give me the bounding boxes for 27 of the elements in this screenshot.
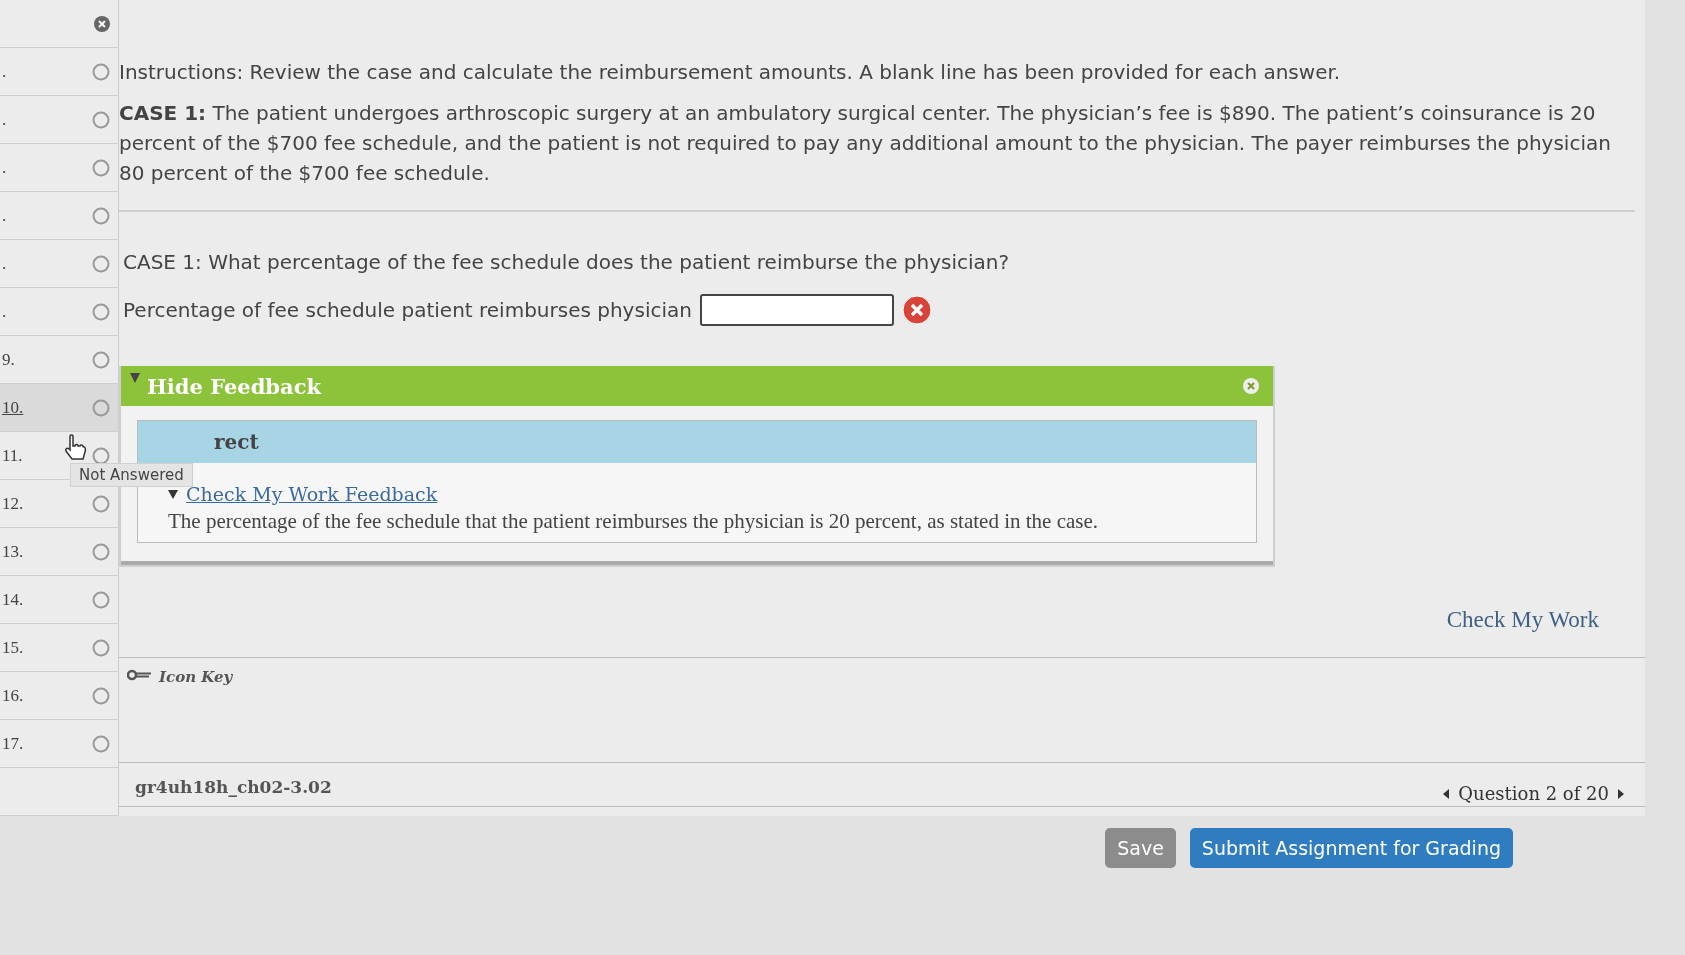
question-text: CASE 1: What percentage of the fee schedule does the patient reimburse the physician?	[123, 250, 1011, 274]
question-number[interactable]: 14.	[2, 589, 24, 610]
question-number[interactable]: 15.	[2, 637, 24, 658]
question-number[interactable]: 16.	[2, 685, 24, 706]
question-number[interactable]: 13.	[2, 541, 24, 562]
question-number[interactable]: .	[2, 61, 7, 82]
question-id: gr4uh18h_ch02-3.02	[135, 776, 332, 797]
question-number[interactable]: .	[2, 205, 7, 226]
question-number[interactable]: 17.	[2, 733, 24, 754]
icon-key-link[interactable]: Icon Key	[159, 668, 233, 686]
instructions-text: Instructions: Review the case and calculate the reimbursement amounts. A blank line has been provided for each answer.	[119, 60, 1342, 84]
question-number[interactable]: .	[2, 109, 7, 130]
answer-label: Percentage of fee schedule patient reimburses physician	[123, 298, 692, 322]
question-number[interactable]: 11.	[2, 445, 23, 466]
question-number[interactable]: .	[2, 157, 7, 178]
question-number[interactable]: 10.	[2, 397, 24, 418]
question-number[interactable]: 9.	[2, 349, 15, 370]
result-bar: rect	[138, 421, 1256, 463]
question-number[interactable]: .	[2, 253, 7, 274]
feedback-text: The percentage of the fee schedule that the patient reimburses the physician is 20 percent, as stated in the case.	[168, 509, 1100, 534]
check-my-work-link[interactable]: Check My Work	[1446, 607, 1599, 633]
submit-button[interactable]: Submit Assignment for Grading	[1189, 828, 1513, 868]
question-counter: Question 2 of 20	[1458, 783, 1609, 804]
question-number[interactable]: 12.	[2, 493, 24, 514]
question-number[interactable]: .	[2, 301, 7, 322]
tooltip: Not Answered	[70, 463, 193, 487]
case-text: CASE 1: The patient undergoes arthroscopic surgery at an ambulatory surgical center. The physician’s fee is $890. The patient’s coinsurance is 20 percent of the $700 fee schedule, and the patient is not required to pay any additional amount to the physician. The payer reimburses the physician 80 percent of the $700 fee schedule.	[119, 100, 1612, 187]
